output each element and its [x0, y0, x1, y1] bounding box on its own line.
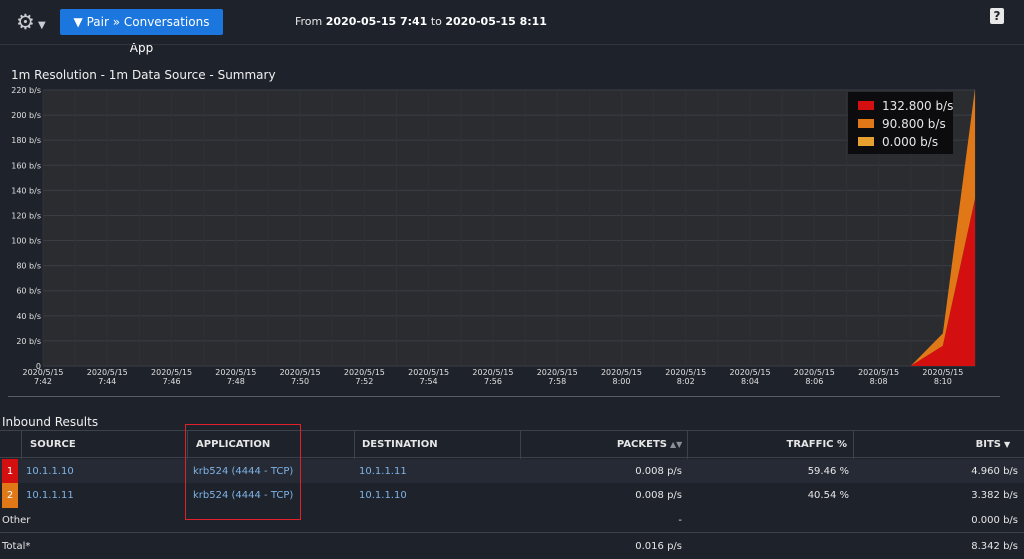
gear-icon[interactable]: ⚙: [16, 10, 35, 34]
other-bits: 0.000 b/s: [971, 514, 1018, 526]
col-destination[interactable]: DESTINATION: [362, 431, 438, 457]
y-tick-label: 180 b/s: [11, 136, 41, 145]
col-traffic[interactable]: TRAFFIC %: [687, 431, 847, 457]
x-tick-label: 7:54: [420, 377, 438, 386]
x-tick-label: 2020/5/15: [730, 368, 771, 377]
y-tick-label: 200 b/s: [11, 111, 41, 120]
legend-swatch: [858, 119, 874, 128]
x-tick-label: 2020/5/15: [794, 368, 835, 377]
other-packets: -: [678, 514, 682, 526]
y-tick-label: 220 b/s: [11, 86, 41, 95]
x-tick-label: 7:58: [548, 377, 566, 386]
x-tick-label: 8:02: [677, 377, 695, 386]
x-tick-label: 2020/5/15: [22, 368, 63, 377]
x-tick-label: 7:50: [291, 377, 309, 386]
y-tick-label: 100 b/s: [11, 237, 41, 246]
settings-menu[interactable]: ⚙ ▼: [16, 10, 46, 34]
pair-conversations-button[interactable]: ▼ Pair » Conversations App: [60, 9, 223, 55]
source-link[interactable]: 10.1.1.10: [26, 459, 74, 483]
x-tick-label: 7:48: [227, 377, 245, 386]
table-row: 1 10.1.1.10 krb524 (4444 - TCP) 10.1.1.1…: [0, 459, 1024, 483]
y-tick-label: 160 b/s: [11, 161, 41, 170]
date-to-word: to: [430, 15, 442, 28]
x-tick-label: 2020/5/15: [344, 368, 385, 377]
x-tick-label: 2020/5/15: [87, 368, 128, 377]
x-tick-label: 7:42: [34, 377, 52, 386]
x-tick-label: 2020/5/15: [280, 368, 321, 377]
chart-divider: [8, 396, 1000, 397]
y-tick-label: 120 b/s: [11, 211, 41, 220]
plot-area: [43, 90, 975, 366]
total-label: Total*: [2, 540, 31, 552]
chart-title: 1m Resolution - 1m Data Source - Summary: [11, 68, 276, 82]
total-bits: 8.342 b/s: [971, 540, 1018, 552]
bits-value: 3.382 b/s: [971, 490, 1018, 501]
table-row: 2 10.1.1.11 krb524 (4444 - TCP) 10.1.1.1…: [0, 483, 1024, 508]
toolbar-divider: [0, 44, 1024, 45]
x-tick-label: 8:06: [805, 377, 823, 386]
x-tick-label: 2020/5/15: [215, 368, 256, 377]
source-link[interactable]: 10.1.1.11: [26, 483, 74, 508]
x-tick-label: 7:52: [355, 377, 373, 386]
legend-label: 132.800 b/s: [882, 99, 953, 113]
x-tick-label: 8:04: [741, 377, 759, 386]
col-bits[interactable]: BITS: [853, 431, 1001, 457]
x-tick-label: 8:00: [612, 377, 630, 386]
x-tick-label: 2020/5/15: [537, 368, 578, 377]
x-tick-label: 2020/5/15: [151, 368, 192, 377]
y-tick-label: 20 b/s: [16, 337, 41, 346]
traffic-value: 40.54 %: [807, 490, 849, 501]
column-divider: [21, 431, 22, 459]
x-tick-label: 7:46: [163, 377, 181, 386]
x-tick-label: 2020/5/15: [922, 368, 963, 377]
column-divider: [354, 431, 355, 459]
caret-down-icon[interactable]: ▼: [38, 14, 46, 38]
legend-swatch: [858, 101, 874, 110]
table-header: SOURCE APPLICATION DESTINATION PACKETS ▲…: [0, 430, 1024, 459]
y-tick-label: 140 b/s: [11, 186, 41, 195]
date-from: 2020-05-15 7:41: [325, 15, 428, 28]
date-range: From 2020-05-15 7:41 to 2020-05-15 8:11: [295, 15, 547, 28]
x-tick-label: 2020/5/15: [472, 368, 513, 377]
x-tick-label: 8:08: [870, 377, 888, 386]
rank-badge: 1: [2, 459, 18, 483]
rank-badge: 2: [2, 483, 18, 508]
highlight-application-column: [185, 424, 301, 520]
y-tick-label: 80 b/s: [16, 262, 41, 271]
traffic-area-chart: 020 b/s40 b/s60 b/s80 b/s100 b/s120 b/s1…: [11, 86, 976, 386]
x-tick-label: 7:44: [98, 377, 116, 386]
sort-desc-icon[interactable]: ▼: [1004, 431, 1010, 457]
total-packets: 0.016 p/s: [635, 540, 682, 552]
packets-value: 0.008 p/s: [635, 465, 682, 477]
packets-value: 0.008 p/s: [635, 490, 682, 501]
date-from-prefix: From: [295, 15, 323, 28]
traffic-value: 59.46 %: [807, 465, 849, 477]
x-tick-label: 8:10: [934, 377, 952, 386]
legend-swatch: [858, 137, 874, 146]
other-label: Other: [2, 514, 31, 526]
x-tick-label: 2020/5/15: [408, 368, 449, 377]
col-packets[interactable]: PACKETS: [520, 431, 667, 457]
destination-link[interactable]: 10.1.1.10: [359, 483, 407, 508]
legend-label: 0.000 b/s: [882, 135, 938, 149]
x-tick-label: 2020/5/15: [858, 368, 899, 377]
col-source[interactable]: SOURCE: [30, 431, 76, 457]
x-tick-label: 2020/5/15: [665, 368, 706, 377]
destination-link[interactable]: 10.1.1.11: [359, 459, 407, 483]
legend-label: 90.800 b/s: [882, 117, 946, 131]
y-tick-label: 40 b/s: [16, 312, 41, 321]
results-title: Inbound Results: [2, 415, 99, 429]
x-tick-label: 2020/5/15: [601, 368, 642, 377]
table-row-total: Total* 0.016 p/s 8.342 b/s: [0, 532, 1024, 559]
x-tick-label: 7:56: [484, 377, 502, 386]
top-toolbar: ⚙ ▼ ▼ Pair » Conversations App From 2020-…: [0, 0, 1024, 55]
table-row-other: Other - 0.000 b/s: [0, 508, 1024, 532]
sort-both-icon[interactable]: ▲▼: [670, 431, 682, 457]
y-tick-label: 60 b/s: [16, 287, 41, 296]
bits-value: 4.960 b/s: [971, 465, 1018, 477]
date-to: 2020-05-15 8:11: [445, 15, 547, 28]
help-button[interactable]: ?: [990, 8, 1004, 24]
